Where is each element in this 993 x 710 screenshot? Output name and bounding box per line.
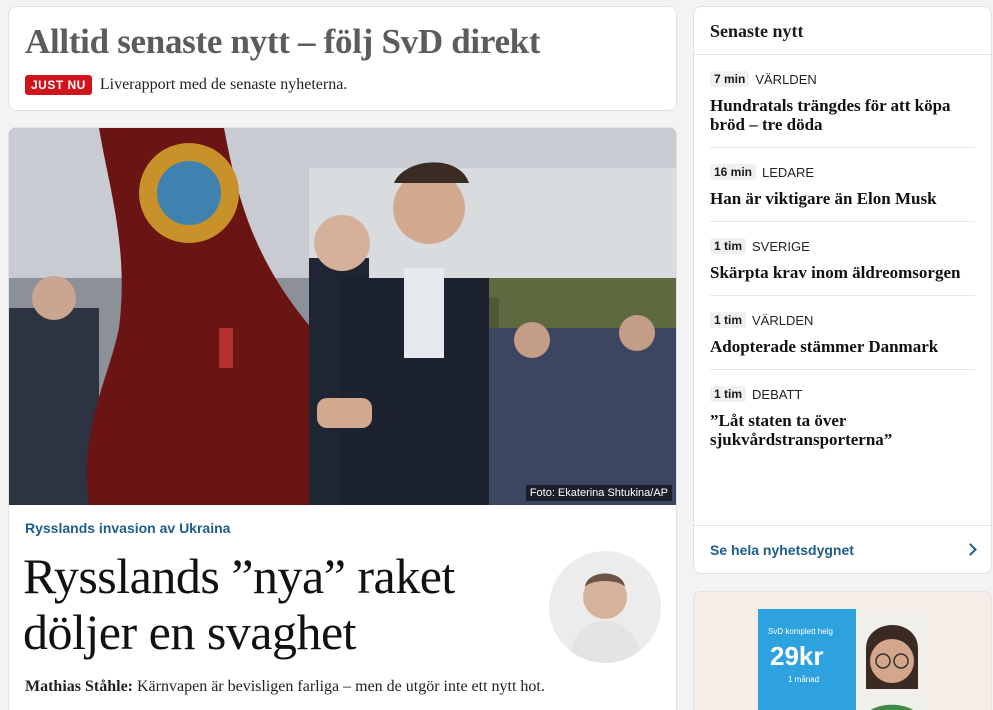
see-all-label[interactable]: Se hela nyhetsdygnet [710, 542, 854, 558]
ad-small-text: SvD komplett helg [768, 627, 833, 636]
item-section: LEDARE [762, 164, 815, 180]
hero-photo-illustration [9, 128, 676, 505]
article-headline[interactable]: Rysslands ”nya” raket döljer en svaghet [23, 548, 523, 660]
ad-banner[interactable]: SvD komplett helg 29kr 1 månad [758, 609, 928, 710]
latest-news-list: 7 min VÄRLDEN Hundratals trängdes för att… [694, 55, 991, 462]
item-time: 1 tim [710, 238, 747, 254]
list-item[interactable]: 1 tim SVERIGE Skärpta krav inom äldreomso… [710, 222, 975, 296]
subscription-ad[interactable]: SvD komplett helg 29kr 1 månad [693, 591, 992, 710]
item-time: 7 min [710, 71, 750, 87]
latest-news-heading: Senaste nytt [694, 7, 991, 55]
chevron-right-icon [964, 543, 977, 556]
live-banner-title[interactable]: Alltid senaste nytt – följ SvD direkt [25, 21, 660, 63]
just-nu-badge: JUST NU [25, 75, 92, 95]
item-time: 16 min [710, 164, 757, 180]
article-author: Mathias Ståhle: [25, 678, 133, 695]
item-section: VÄRLDEN [752, 312, 814, 328]
item-time: 1 tim [710, 312, 747, 328]
live-banner-subtitle: Liverapport med de senaste nyheterna. [99, 76, 348, 93]
article-lead-text: Kärnvapen är bevisligen farliga – men de… [133, 678, 545, 695]
item-title[interactable]: Han är viktigare än Elon Musk [710, 189, 975, 208]
see-all-news-link[interactable]: Se hela nyhetsdygnet [694, 525, 991, 573]
hero-image[interactable]: Foto: Ekaterina Shtukina/AP [9, 128, 676, 505]
item-title[interactable]: Adopterade stämmer Danmark [710, 337, 975, 356]
list-item[interactable]: 1 tim DEBATT ”Låt staten ta över sjukvård… [710, 370, 975, 462]
ad-sub-text: 1 månad [788, 675, 820, 684]
ad-price: 29kr [770, 641, 824, 671]
item-title[interactable]: ”Låt staten ta över sjukvårdstransporter… [710, 411, 975, 449]
list-item[interactable]: 16 min LEDARE Han är viktigare än Elon Mu… [710, 148, 975, 222]
ad-person-image [856, 609, 928, 710]
photo-credit: Foto: Ekaterina Shtukina/AP [525, 485, 672, 501]
item-section: VÄRLDEN [755, 71, 817, 87]
latest-news-panel: Senaste nytt 7 min VÄRLDEN Hundratals trä… [693, 6, 992, 574]
main-article-card[interactable]: Foto: Ekaterina Shtukina/AP Rysslands in… [8, 127, 677, 710]
article-kicker[interactable]: Rysslands invasion av Ukraina [25, 520, 230, 536]
list-item[interactable]: 7 min VÄRLDEN Hundratals trängdes för att… [710, 55, 975, 148]
author-avatar [549, 551, 661, 663]
item-section: SVERIGE [752, 238, 810, 254]
article-lead: Mathias Ståhle: Kärnvapen är bevisligen … [25, 678, 545, 696]
live-banner[interactable]: Alltid senaste nytt – följ SvD direkt JU… [8, 6, 677, 111]
item-title[interactable]: Hundratals trängdes för att köpa bröd – … [710, 96, 975, 134]
item-section: DEBATT [752, 386, 803, 402]
list-item[interactable]: 1 tim VÄRLDEN Adopterade stämmer Danmark [710, 296, 975, 370]
item-time: 1 tim [710, 386, 747, 402]
item-title[interactable]: Skärpta krav inom äldreomsorgen [710, 263, 975, 282]
